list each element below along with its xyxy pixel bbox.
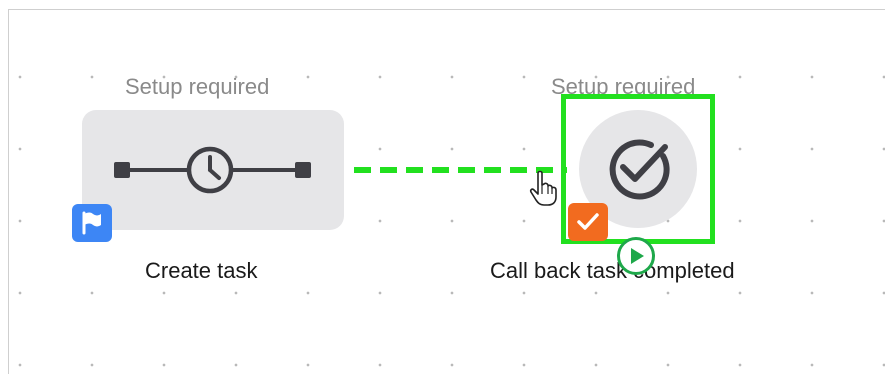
action-node-title: Call back task completed — [490, 258, 735, 283]
clock-timeline-icon — [114, 146, 311, 194]
checkmark-icon — [577, 213, 599, 230]
play-icon — [631, 248, 644, 264]
flag-icon — [82, 211, 101, 235]
trigger-node-status: Setup required — [125, 74, 270, 99]
trigger-node-title: Create task — [145, 258, 258, 283]
action-badge — [568, 203, 608, 241]
trigger-badge — [72, 204, 112, 242]
trigger-node-card[interactable] — [82, 110, 344, 230]
connector-dashed-line[interactable] — [354, 165, 569, 175]
run-handle-button[interactable] — [617, 237, 655, 275]
